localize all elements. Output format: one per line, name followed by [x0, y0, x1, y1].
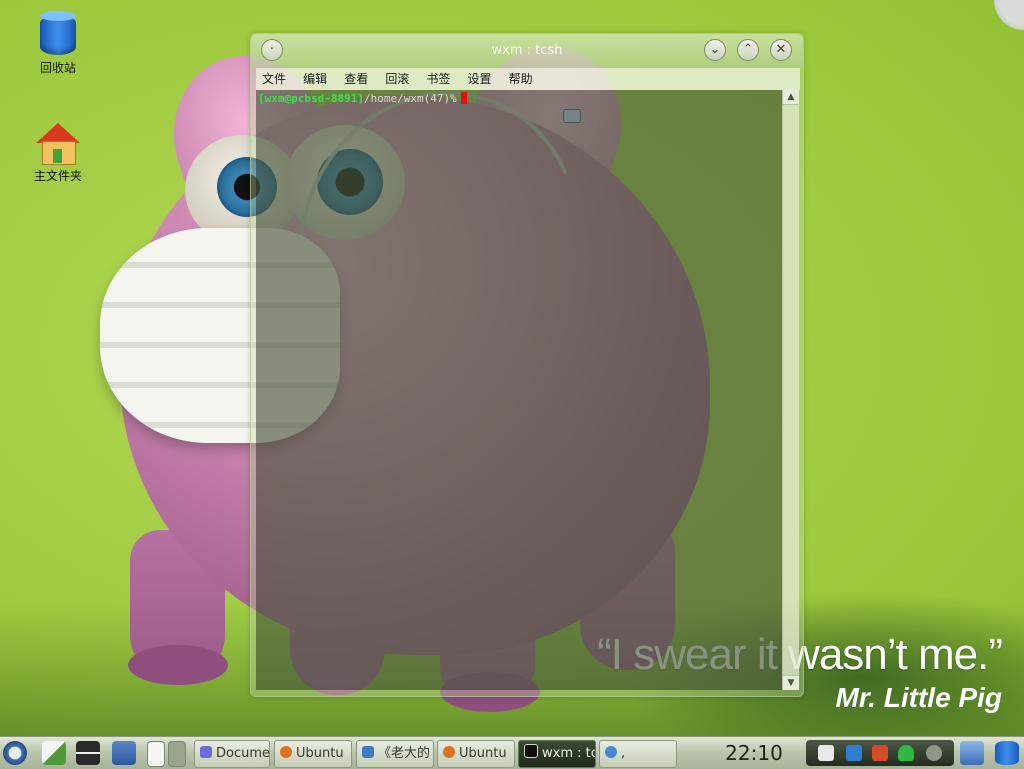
prompt-user-host: [wxm@pcbsd-8891]	[258, 92, 364, 105]
menu-help[interactable]: 帮助	[503, 68, 539, 90]
terminal-icon	[524, 744, 538, 758]
task-label: Ubuntu	[296, 746, 344, 761]
scroll-down-arrow-icon[interactable]: ▼	[783, 675, 799, 690]
terminal-scrollbar[interactable]: ▲ ▼	[782, 90, 799, 690]
cube-icon	[200, 746, 212, 758]
window-titlebar[interactable]: · wxm : tcsh ⌄ ⌃ ✕	[251, 34, 803, 67]
terminal-window[interactable]: · wxm : tcsh ⌄ ⌃ ✕ 文件 编辑 查看 回滚 书签 设置 帮助 …	[250, 33, 804, 697]
task-label: wxm : tc	[542, 746, 596, 761]
taskbar-clock[interactable]: 22:10	[716, 739, 792, 767]
volume-icon[interactable]	[818, 745, 834, 761]
show-desktop-icon[interactable]	[960, 741, 984, 765]
music-player-icon[interactable]	[846, 745, 862, 761]
folder-icon	[362, 746, 374, 758]
wallpaper-quote-author: Mr. Little Pig	[835, 682, 1002, 713]
desktop-icon-label: 主文件夹	[33, 169, 82, 183]
security-shield-icon[interactable]	[898, 745, 914, 761]
maximize-button[interactable]: ⌃	[737, 39, 759, 61]
editor-launcher-icon[interactable]	[42, 741, 66, 765]
shell-prompt: [wxm@pcbsd-8891]/home/wxm(47)%	[258, 92, 467, 105]
ubuntu-icon	[443, 746, 455, 758]
desktop-pager-1[interactable]	[147, 741, 165, 767]
info-icon[interactable]	[926, 745, 942, 761]
task-terminal[interactable]: wxm : tc	[518, 740, 596, 768]
terminal-output[interactable]: [wxm@pcbsd-8891]/home/wxm(47)%	[256, 90, 782, 690]
trash-icon	[40, 11, 76, 55]
desktop-icon-label: 回收站	[39, 61, 76, 75]
task-label: 《老大的	[378, 746, 431, 761]
trash-icon[interactable]	[995, 741, 1019, 765]
menu-edit[interactable]: 编辑	[297, 68, 333, 90]
task-folder[interactable]: 《老大的	[356, 740, 434, 768]
kde-menu-icon[interactable]	[3, 741, 27, 765]
chat-icon	[605, 746, 617, 758]
desktop-icon-trash[interactable]: 回收站	[13, 11, 103, 76]
menu-file[interactable]: 文件	[256, 68, 292, 90]
task-label: Ubuntu	[459, 746, 507, 761]
task-label: Docume	[216, 746, 270, 761]
menu-view[interactable]: 查看	[338, 68, 374, 90]
desktop-pager-2[interactable]	[168, 741, 186, 767]
task-ubuntu-1[interactable]: Ubuntu	[274, 740, 352, 768]
desktop-icon-home[interactable]: 主文件夹	[13, 123, 103, 184]
text-cursor	[460, 92, 467, 104]
ubuntu-icon	[280, 746, 292, 758]
task-label: ,	[621, 746, 626, 761]
close-button[interactable]: ✕	[770, 39, 792, 61]
prompt-path: /home/wxm(47)%	[363, 92, 457, 105]
system-tray	[806, 740, 954, 766]
minimize-button[interactable]: ⌄	[704, 39, 726, 61]
menu-scrollback[interactable]: 回滚	[379, 68, 415, 90]
menu-bookmarks[interactable]: 书签	[420, 68, 456, 90]
home-folder-icon	[36, 123, 80, 165]
pig-hoof	[128, 645, 228, 685]
taskbar: Docume Ubuntu 《老大的 Ubuntu wxm : tc , 22:…	[0, 736, 1024, 769]
device-launcher-icon[interactable]	[76, 741, 100, 765]
task-chat[interactable]: ,	[599, 740, 677, 768]
task-ubuntu-2[interactable]: Ubuntu	[437, 740, 515, 768]
scroll-up-arrow-icon[interactable]: ▲	[783, 90, 799, 105]
computer-launcher-icon[interactable]	[112, 741, 136, 765]
menu-bar: 文件 编辑 查看 回滚 书签 设置 帮助	[256, 68, 800, 123]
menu-settings[interactable]: 设置	[462, 68, 498, 90]
updater-icon[interactable]	[872, 745, 888, 761]
task-documents[interactable]: Docume	[194, 740, 270, 768]
